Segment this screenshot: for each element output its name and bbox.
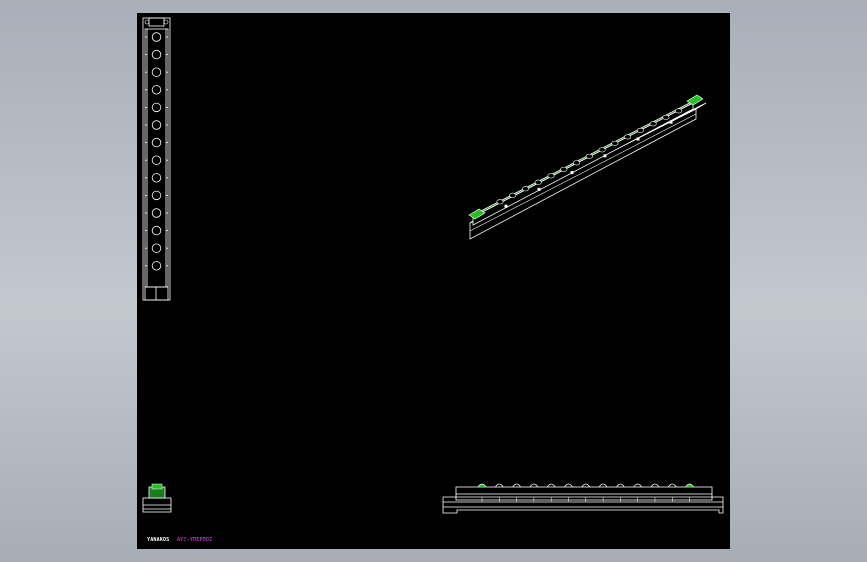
iso-side-mark (636, 137, 640, 141)
iso-hole (675, 108, 683, 114)
iso-side-mark (504, 204, 508, 208)
plan-corner-hole (144, 19, 150, 25)
side-bump (581, 483, 591, 488)
iso-hole (496, 199, 504, 205)
plan-hole (151, 102, 162, 113)
iso-hole (662, 114, 670, 120)
iso-base-line (469, 113, 697, 232)
iso-hole (522, 186, 530, 192)
iso-side-mark (537, 187, 541, 191)
side-bump (598, 483, 608, 488)
side-bump (616, 483, 625, 488)
iso-hole (611, 140, 619, 146)
iso-side-mark (603, 154, 607, 158)
side-bump (477, 483, 487, 488)
plan-hole (151, 32, 162, 42)
side-bump (685, 483, 694, 488)
plan-end-block (144, 286, 169, 301)
side-base (442, 496, 724, 514)
plan-hole (151, 208, 162, 218)
plan-hole (151, 137, 162, 148)
iso-hole (547, 173, 555, 179)
plan-hole (151, 261, 162, 271)
iso-hole (649, 121, 657, 127)
plan-hole (151, 49, 162, 60)
iso-hole (585, 153, 593, 159)
title-block-left-text: YANAKOS (147, 537, 170, 543)
plan-hole (151, 120, 162, 130)
drawing-sheet: YANAKOS ΑΥΞ-ΥΠΕΡΠΟΖ (137, 13, 730, 549)
plan-hole (151, 173, 162, 183)
side-bump (564, 483, 573, 488)
iso-base-front (469, 108, 697, 240)
end-view (142, 483, 172, 513)
iso-hole (636, 127, 644, 133)
title-block-right-text: ΑΥΞ-ΥΠΕΡΠΟΖ (177, 537, 213, 543)
plan-top-cap (148, 17, 165, 27)
plan-hole (151, 225, 162, 236)
isometric-view (468, 94, 707, 240)
iso-hole (573, 160, 581, 166)
iso-hole (598, 147, 606, 153)
iso-hole (624, 134, 632, 140)
side-bump (546, 483, 556, 488)
cad-drawing (142, 17, 724, 514)
side-bump (650, 483, 660, 488)
end-slider-top (151, 483, 163, 490)
side-bump (495, 483, 504, 488)
plan-hole (151, 67, 162, 77)
iso-hole (509, 192, 517, 198)
iso-side-mark (570, 171, 574, 175)
plan-marks (144, 17, 169, 267)
plan-hole (151, 190, 162, 201)
side-rail-top (455, 486, 713, 501)
side-bump (512, 483, 521, 488)
plan-holes (151, 32, 162, 271)
plan-hole (151, 243, 162, 253)
iso-side-mark (669, 120, 673, 124)
side-bump (668, 483, 677, 488)
plan-hole (151, 85, 162, 95)
plan-hole (151, 155, 162, 165)
side-bump (633, 483, 642, 488)
iso-hole (534, 179, 542, 185)
plan-corner-hole (163, 19, 169, 25)
iso-hole (560, 166, 568, 172)
plan-view (142, 17, 171, 301)
side-elevation-view (442, 483, 724, 514)
side-bump (529, 483, 539, 488)
